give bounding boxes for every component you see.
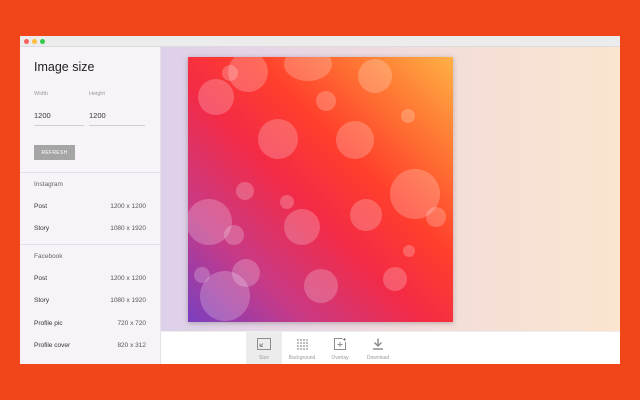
sidebar-title: Image size — [34, 60, 95, 74]
height-input[interactable] — [89, 105, 145, 126]
bokeh-circle — [358, 59, 392, 93]
bokeh-circle — [336, 121, 374, 159]
preset-size: 720 x 720 — [117, 320, 146, 327]
height-label: Height — [89, 91, 105, 97]
tool-download[interactable]: Download — [360, 332, 396, 364]
window-titlebar — [20, 36, 620, 47]
minimize-window-button[interactable] — [32, 39, 37, 44]
download-icon — [373, 338, 383, 350]
preset-instagram-story[interactable]: Story 1080 x 1920 — [20, 221, 160, 237]
preset-name: Post — [34, 275, 48, 282]
preset-size: 1200 x 1200 — [110, 203, 146, 210]
bokeh-circle — [383, 267, 407, 291]
bokeh-circle — [258, 119, 298, 159]
preset-size: 820 x 312 — [117, 342, 146, 349]
tool-background[interactable]: Background — [284, 332, 320, 364]
preset-instagram-post[interactable]: Post 1200 x 1200 — [20, 199, 160, 215]
bokeh-circle — [350, 199, 382, 231]
bokeh-circle — [401, 109, 415, 123]
preset-size: 1080 x 1920 — [110, 297, 146, 304]
sidebar: Image size Width Height REFRESH Instagra… — [20, 47, 161, 364]
resize-icon — [257, 338, 271, 350]
add-overlay-icon — [334, 338, 346, 350]
tool-label: Background — [288, 355, 316, 361]
close-window-button[interactable] — [24, 39, 29, 44]
canvas-area — [161, 47, 620, 331]
bokeh-circle — [304, 269, 338, 303]
divider — [20, 244, 160, 245]
maximize-window-button[interactable] — [40, 39, 45, 44]
tool-label: Size — [259, 355, 269, 361]
preset-size: 1200 x 1200 — [110, 275, 146, 282]
width-input[interactable] — [34, 105, 84, 126]
preset-size: 1080 x 1920 — [110, 225, 146, 232]
bokeh-circle — [403, 245, 415, 257]
tool-size[interactable]: Size — [246, 332, 282, 364]
app-window: Image size Width Height REFRESH Instagra… — [20, 36, 620, 364]
divider — [20, 172, 160, 173]
tool-label: Download — [366, 355, 390, 361]
bokeh-circle — [280, 195, 294, 209]
preset-name: Profile pic — [34, 320, 63, 327]
bokeh-circle — [316, 91, 336, 111]
bottom-toolbar: Size Background Overlay Download — [161, 331, 620, 364]
bokeh-circle — [426, 207, 446, 227]
bokeh-circle — [224, 225, 244, 245]
bokeh-circle — [284, 57, 332, 81]
refresh-button[interactable]: REFRESH — [34, 145, 75, 160]
bokeh-circle — [198, 79, 234, 115]
group-header-instagram: Instagram — [34, 181, 63, 188]
preset-facebook-profile-pic[interactable]: Profile pic 720 x 720 — [20, 316, 160, 332]
preset-name: Story — [34, 225, 50, 232]
bokeh-circle — [284, 209, 320, 245]
preset-facebook-profile-cover[interactable]: Profile cover 820 x 312 — [20, 338, 160, 354]
tool-label: Overlay — [331, 355, 349, 361]
width-label: Width — [34, 91, 49, 97]
bokeh-circle — [236, 182, 254, 200]
preset-facebook-post[interactable]: Post 1200 x 1200 — [20, 271, 160, 287]
preset-name: Post — [34, 203, 48, 210]
preset-name: Story — [34, 297, 50, 304]
bokeh-circle — [232, 259, 260, 287]
tool-overlay[interactable]: Overlay — [322, 332, 358, 364]
bokeh-circle — [228, 57, 268, 92]
dot-grid-icon — [297, 339, 308, 350]
preset-name: Profile cover — [34, 342, 71, 349]
preset-facebook-story[interactable]: Story 1080 x 1920 — [20, 293, 160, 309]
group-header-facebook: Facebook — [34, 253, 63, 260]
generated-image-preview — [188, 57, 453, 322]
